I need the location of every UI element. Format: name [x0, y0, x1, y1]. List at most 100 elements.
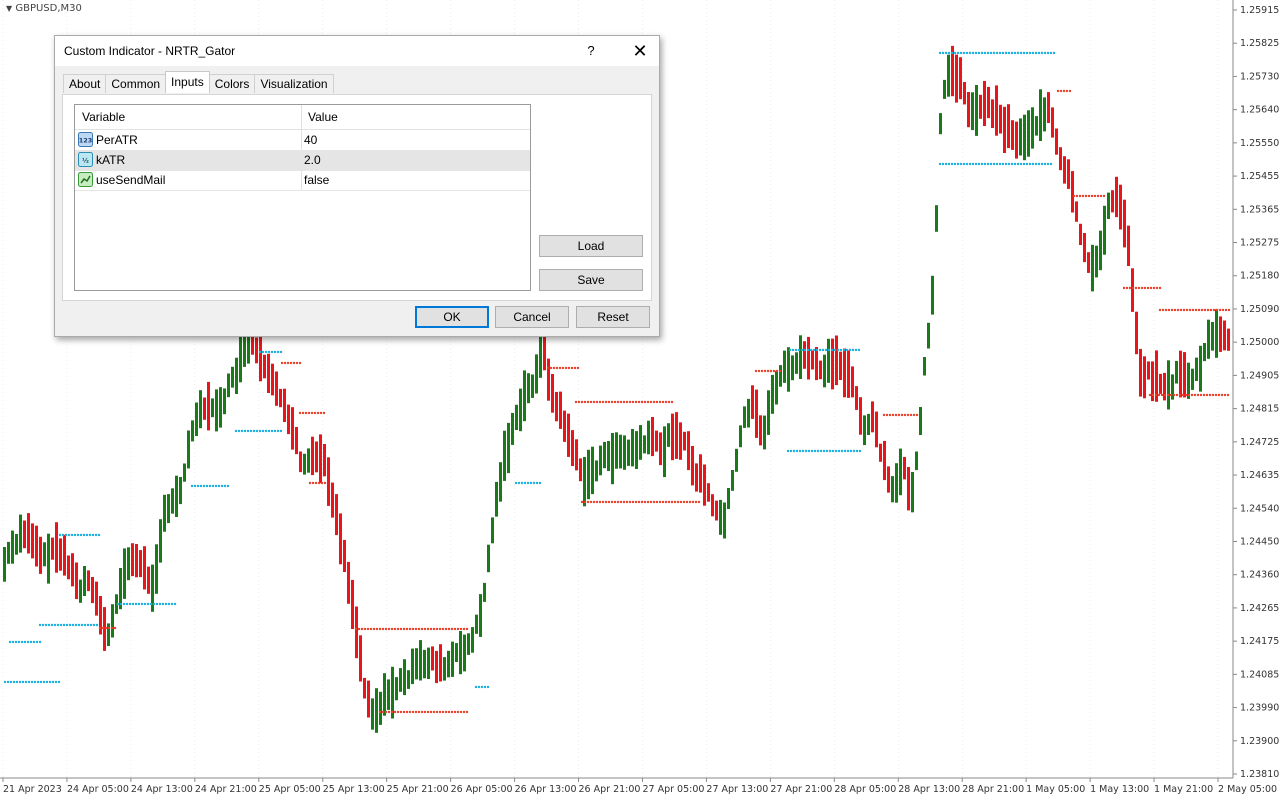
support-dot — [261, 350, 265, 354]
dropdown-triangle-icon[interactable]: ▼ — [6, 4, 12, 13]
bull-bar — [1195, 357, 1198, 381]
resistance-dot — [897, 413, 901, 417]
bear-bar — [1011, 120, 1014, 150]
support-dot — [827, 348, 831, 352]
support-dot — [848, 348, 852, 352]
bull-bar — [167, 494, 170, 524]
support-dot — [1034, 162, 1038, 166]
resistance-dot — [610, 500, 614, 504]
support-dot — [146, 602, 150, 606]
resistance-dot — [1206, 308, 1210, 312]
resistance-dot — [906, 413, 910, 417]
support-dot — [161, 602, 165, 606]
support-dot — [173, 602, 177, 606]
bull-bar — [159, 519, 162, 563]
tab-common[interactable]: Common — [105, 74, 167, 93]
support-dot — [798, 449, 802, 453]
bear-bar — [1083, 233, 1086, 263]
support-dot — [523, 481, 527, 485]
resistance-dot — [592, 500, 596, 504]
bull-bar — [1039, 89, 1042, 141]
table-row[interactable]: 123 PerATR 40 — [75, 130, 530, 151]
support-dot — [76, 533, 80, 537]
resistance-dot — [1194, 308, 1198, 312]
bear-bar — [703, 464, 706, 506]
chart-symbol-label: ▼ GBPUSD,M30 — [6, 3, 82, 14]
bull-bar — [303, 453, 306, 475]
bull-bar — [619, 434, 622, 469]
resistance-dot — [1221, 308, 1225, 312]
load-button[interactable]: Load — [539, 235, 643, 257]
resistance-dot — [462, 710, 466, 714]
table-row[interactable]: useSendMail false — [75, 170, 530, 191]
support-dot — [95, 623, 99, 627]
table-row[interactable]: ½ kATR 2.0 — [75, 150, 530, 171]
bear-bar — [687, 431, 690, 471]
bear-bar — [755, 389, 758, 438]
resistance-dot — [357, 627, 361, 631]
bull-bar — [107, 623, 110, 646]
support-dot — [190, 484, 194, 488]
bear-bar — [87, 570, 90, 592]
support-dot — [12, 680, 16, 684]
support-dot — [959, 51, 963, 55]
time-label: 1 May 13:00 — [1090, 784, 1149, 795]
resistance-dot — [1220, 393, 1224, 397]
save-button[interactable]: Save — [539, 269, 643, 291]
support-dot — [26, 640, 30, 644]
resistance-dot — [691, 500, 695, 504]
symbol-text: GBPUSD,M30 — [15, 3, 82, 14]
tab-inputs[interactable]: Inputs — [165, 71, 210, 93]
variable-value[interactable]: 40 — [304, 133, 317, 147]
resistance-dot — [555, 366, 559, 370]
support-dot — [989, 162, 993, 166]
close-button[interactable]: ✕ — [621, 36, 659, 66]
resistance-dot — [438, 627, 442, 631]
resistance-dot — [420, 710, 424, 714]
resistance-dot — [316, 411, 320, 415]
resistance-dot — [1143, 286, 1147, 290]
reset-button[interactable]: Reset — [576, 306, 650, 328]
bull-bar — [915, 451, 918, 471]
resistance-dot — [360, 627, 364, 631]
column-value[interactable]: Value — [308, 110, 338, 124]
bear-bar — [275, 371, 278, 406]
resistance-dot — [1196, 393, 1200, 397]
support-dot — [837, 449, 841, 453]
resistance-dot — [402, 710, 406, 714]
support-dot — [167, 602, 171, 606]
bear-bar — [715, 500, 718, 521]
tab-about[interactable]: About — [63, 74, 107, 93]
support-dot — [840, 449, 844, 453]
bull-bar — [399, 668, 402, 692]
support-dot — [941, 51, 945, 55]
resistance-dot — [390, 710, 394, 714]
bear-bar — [1139, 348, 1142, 397]
ok-button[interactable]: OK — [415, 306, 489, 328]
column-variable[interactable]: Variable — [82, 110, 125, 124]
bear-bar — [1075, 201, 1078, 222]
tab-visualization[interactable]: Visualization — [254, 74, 334, 93]
support-dot — [32, 640, 36, 644]
variable-value[interactable]: 2.0 — [304, 153, 321, 167]
tab-colors[interactable]: Colors — [208, 74, 256, 93]
variable-value[interactable]: false — [304, 173, 329, 187]
support-dot — [813, 449, 817, 453]
bear-bar — [283, 388, 286, 422]
resistance-dot — [670, 400, 674, 404]
resistance-dot — [625, 400, 629, 404]
resistance-dot — [456, 710, 460, 714]
dialog-titlebar[interactable]: Custom Indicator - NRTR_Gator ? ✕ — [55, 36, 659, 66]
help-button[interactable]: ? — [577, 36, 605, 66]
support-dot — [965, 51, 969, 55]
support-dot — [85, 533, 89, 537]
support-dot — [1004, 162, 1008, 166]
support-dot — [1019, 162, 1023, 166]
cancel-button[interactable]: Cancel — [495, 306, 569, 328]
bear-bar — [903, 456, 906, 480]
support-dot — [214, 484, 218, 488]
bear-bar — [543, 332, 546, 371]
resistance-dot — [453, 627, 457, 631]
resistance-dot — [1072, 194, 1076, 198]
resistance-dot — [616, 400, 620, 404]
